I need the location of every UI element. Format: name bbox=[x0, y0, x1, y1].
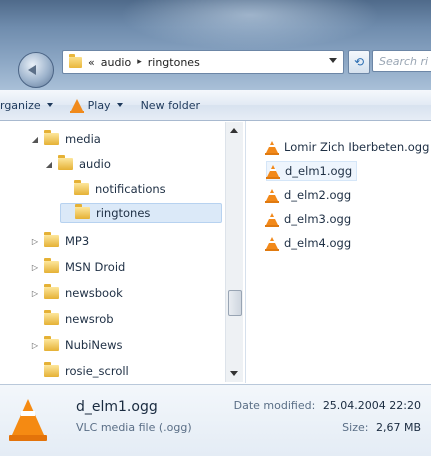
vlc-cone-icon bbox=[69, 99, 84, 113]
window-titlebar: « audio ▸ ringtones ⟲ Search ri bbox=[0, 0, 431, 90]
chevron-down-icon bbox=[46, 103, 53, 107]
tree-item-audio[interactable]: ◢ audio bbox=[44, 154, 111, 174]
tree-item-msn-droid[interactable]: ▷ MSN Droid bbox=[30, 257, 125, 277]
expander-icon[interactable]: ▷ bbox=[30, 263, 40, 272]
folder-icon bbox=[44, 258, 59, 273]
file-name: d_elm4.ogg bbox=[284, 236, 352, 250]
size-value: 2,67 MB bbox=[375, 421, 421, 434]
file-list: Lomir Zich Iberbeten.ogg d_elm1.ogg d_el… bbox=[246, 121, 431, 383]
organize-label: rganize bbox=[0, 98, 41, 112]
vlc-cone-icon bbox=[265, 141, 279, 155]
vlc-cone-icon bbox=[265, 189, 279, 203]
folder-icon bbox=[58, 155, 73, 170]
play-button[interactable]: Play bbox=[69, 98, 123, 113]
tree-item-label: newsbook bbox=[65, 286, 123, 300]
tree-item-label: notifications bbox=[95, 182, 166, 196]
address-bar[interactable]: « audio ▸ ringtones bbox=[62, 50, 344, 74]
tree-item-ringtones[interactable]: ringtones bbox=[60, 203, 222, 223]
organize-button[interactable]: rganize bbox=[0, 99, 53, 112]
tree-item-label: media bbox=[65, 132, 101, 146]
file-item[interactable]: d_elm1.ogg bbox=[266, 161, 358, 181]
search-input[interactable]: Search ri bbox=[372, 50, 431, 72]
folder-icon bbox=[44, 232, 59, 247]
new-folder-button[interactable]: New folder bbox=[141, 99, 200, 112]
breadcrumb-ringtones[interactable]: ringtones bbox=[148, 56, 200, 69]
expander-icon[interactable]: ◢ bbox=[30, 135, 40, 144]
details-file-name: d_elm1.ogg bbox=[76, 399, 158, 415]
file-item[interactable]: d_elm3.ogg bbox=[265, 209, 352, 229]
chevron-down-icon bbox=[116, 103, 123, 107]
tree-item-rosie-scroll[interactable]: rosie_scroll bbox=[30, 361, 129, 381]
expander-icon[interactable]: ▷ bbox=[30, 341, 40, 350]
vlc-cone-icon bbox=[265, 213, 279, 227]
folder-icon bbox=[44, 336, 59, 351]
play-label: Play bbox=[87, 98, 111, 112]
expander-icon[interactable]: ▷ bbox=[30, 289, 40, 298]
tree-item-label: NubiNews bbox=[65, 338, 123, 352]
tree-item-label: MSN Droid bbox=[65, 260, 126, 274]
scroll-up-icon[interactable] bbox=[230, 128, 238, 133]
address-dropdown-icon[interactable] bbox=[329, 58, 337, 63]
scroll-thumb[interactable] bbox=[228, 290, 242, 316]
tree-item-label: audio bbox=[79, 157, 111, 171]
tree-item-notifications[interactable]: notifications bbox=[60, 179, 166, 199]
file-item[interactable]: d_elm2.ogg bbox=[265, 185, 352, 205]
breadcrumb-separator-icon[interactable]: ▸ bbox=[137, 57, 142, 67]
folder-icon bbox=[74, 180, 89, 195]
expander-icon[interactable]: ▷ bbox=[30, 237, 40, 246]
size-label: Size: bbox=[342, 421, 369, 434]
file-name: d_elm1.ogg bbox=[285, 164, 353, 178]
tree-item-newsrob[interactable]: newsrob bbox=[30, 309, 114, 329]
file-name: d_elm2.ogg bbox=[284, 188, 352, 202]
new-folder-label: New folder bbox=[140, 98, 200, 112]
back-button[interactable] bbox=[18, 52, 54, 88]
tree-item-mp3[interactable]: ▷ MP3 bbox=[30, 231, 89, 251]
tree-item-nubinews[interactable]: ▷ NubiNews bbox=[30, 335, 122, 355]
details-file-type: VLC media file (.ogg) bbox=[76, 421, 192, 434]
refresh-button[interactable]: ⟲ bbox=[348, 50, 370, 74]
tree-item-newsbook[interactable]: ▷ newsbook bbox=[30, 283, 123, 303]
folder-icon bbox=[69, 53, 82, 68]
date-modified-value: 25.04.2004 22:20 bbox=[322, 399, 421, 412]
folder-icon bbox=[44, 284, 59, 299]
expander-icon[interactable]: ◢ bbox=[44, 160, 54, 169]
vlc-cone-icon bbox=[265, 237, 279, 251]
details-date-modified: Date modified: 25.04.2004 22:20 bbox=[234, 399, 421, 412]
scroll-down-icon[interactable] bbox=[230, 371, 238, 376]
folder-icon bbox=[75, 204, 90, 219]
file-item[interactable]: d_elm4.ogg bbox=[265, 233, 352, 253]
folder-icon bbox=[44, 130, 59, 145]
folder-icon bbox=[44, 310, 59, 325]
glass-highlight bbox=[120, 0, 380, 50]
vlc-cone-icon bbox=[9, 399, 47, 441]
file-name: d_elm3.ogg bbox=[284, 212, 352, 226]
folder-icon bbox=[44, 362, 59, 377]
tree-item-label: ringtones bbox=[96, 206, 151, 220]
details-size: Size: 2,67 MB bbox=[342, 421, 421, 434]
tree-item-media[interactable]: ◢ media bbox=[30, 129, 101, 149]
command-toolbar: rganize Play New folder bbox=[0, 90, 431, 121]
breadcrumb-overflow[interactable]: « bbox=[88, 56, 95, 69]
details-pane: d_elm1.ogg VLC media file (.ogg) Date mo… bbox=[0, 384, 431, 456]
date-modified-label: Date modified: bbox=[233, 399, 316, 412]
file-item[interactable]: Lomir Zich Iberbeten.ogg bbox=[265, 137, 430, 157]
navigation-pane: ◢ media ◢ audio notifications ringtones … bbox=[0, 121, 246, 383]
vlc-cone-icon bbox=[266, 165, 280, 179]
tree-item-label: newsrob bbox=[65, 312, 114, 326]
file-name: Lomir Zich Iberbeten.ogg bbox=[284, 140, 430, 154]
breadcrumb-audio[interactable]: audio bbox=[101, 56, 131, 69]
nav-scrollbar[interactable] bbox=[225, 122, 243, 382]
tree-item-label: MP3 bbox=[65, 234, 90, 248]
tree-item-label: rosie_scroll bbox=[65, 364, 129, 378]
